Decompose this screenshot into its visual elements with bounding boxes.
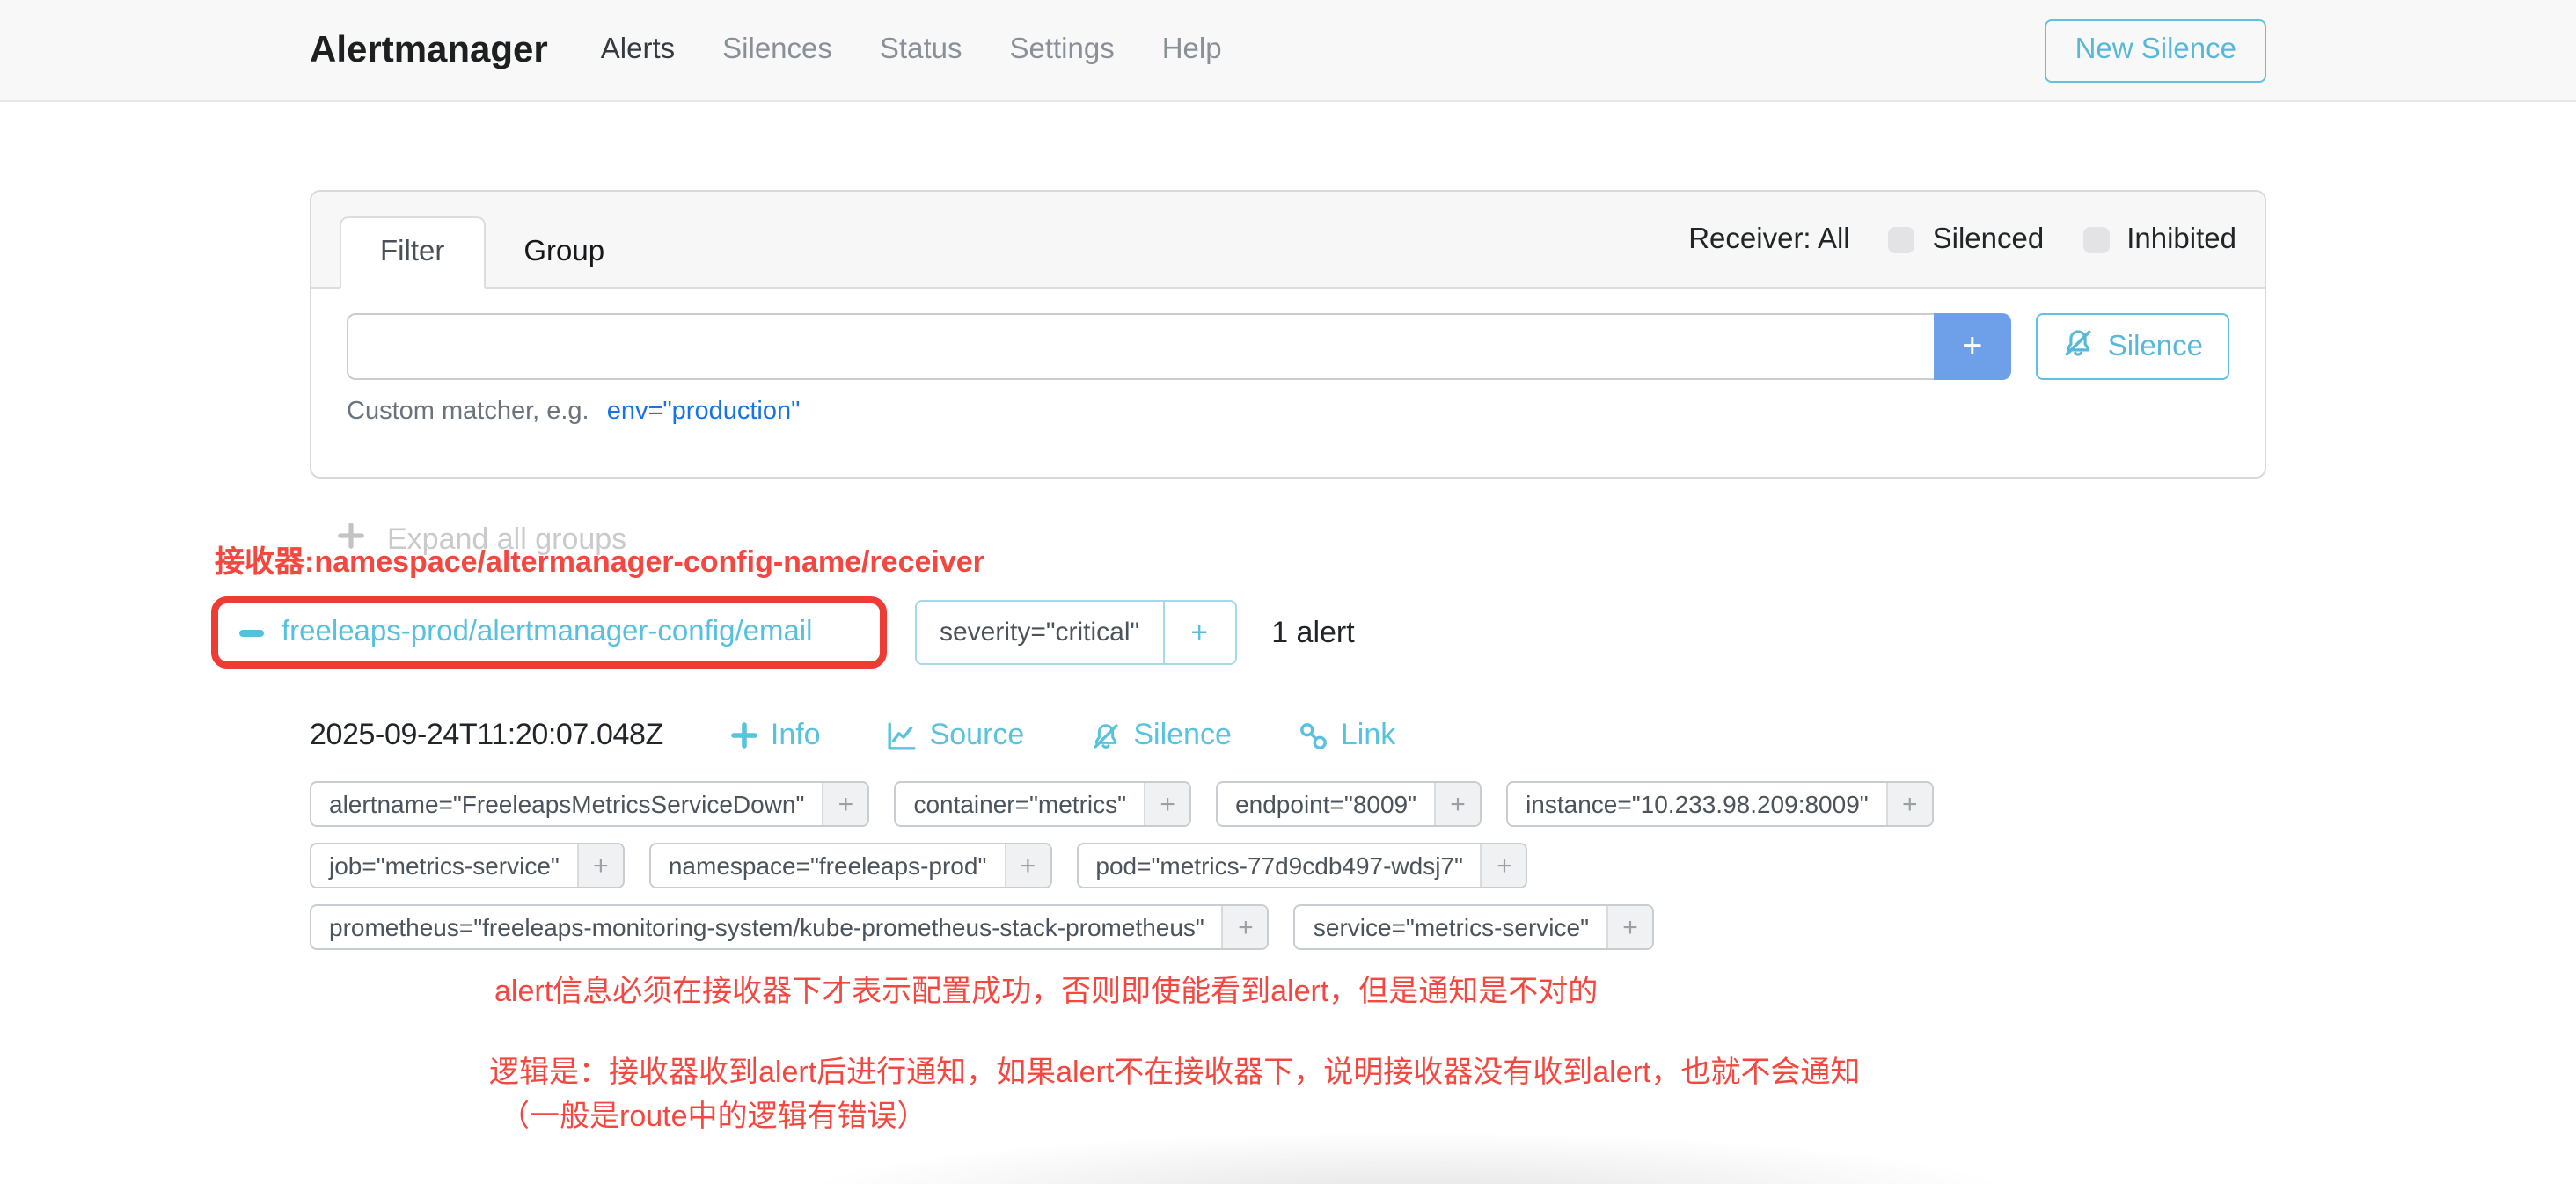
label-add-filter-button[interactable]: + — [1004, 844, 1050, 887]
filter-panel-header: Filter Group Receiver: All Silenced Inhi… — [311, 192, 2265, 289]
silence-filter-button[interactable]: Silence — [2036, 313, 2229, 380]
label-chip-service: service="metrics-service" + — [1294, 904, 1654, 950]
label-add-filter-button[interactable]: + — [1886, 783, 1932, 825]
inhibited-checkbox[interactable] — [2082, 226, 2109, 252]
filter-panel: Filter Group Receiver: All Silenced Inhi… — [310, 190, 2266, 479]
plus-icon — [730, 721, 758, 749]
label-add-filter-button[interactable]: + — [1606, 906, 1652, 948]
add-matcher-button[interactable]: + — [1934, 313, 2011, 380]
annotation-logic-note: 逻辑是：接收器收到alert后进行通知，如果alert不在接收器下，说明接收器没… — [489, 1047, 1860, 1091]
filter-panel-body: + Silence Custom matcher, e.g. env="prod… — [311, 289, 2265, 450]
group-receiver-label: freeleaps-prod/alertmanager-config/email — [282, 616, 813, 649]
group-receiver-button[interactable]: freeleaps-prod/alertmanager-config/email — [239, 616, 813, 649]
new-silence-button[interactable]: New Silence — [2045, 18, 2266, 82]
label-chip-namespace: namespace="freeleaps-prod" + — [649, 843, 1052, 888]
annotation-red-box: freeleaps-prod/alertmanager-config/email — [211, 596, 887, 669]
silenced-label: Silenced — [1933, 223, 2045, 256]
alert-info-button[interactable]: Info — [730, 718, 821, 753]
label-chip-instance: instance="10.233.98.209:8009" + — [1506, 781, 1934, 827]
navbar: Alertmanager Alerts Silences Status Sett… — [0, 0, 2576, 102]
filter-tabs: Filter Group — [340, 192, 643, 287]
chart-icon — [888, 720, 918, 750]
nav-item-settings[interactable]: Settings — [1009, 33, 1114, 67]
matcher-helper: Custom matcher, e.g. env="production" — [347, 398, 2229, 426]
group-matcher-label[interactable]: severity="critical" — [917, 602, 1162, 663]
nav-item-help[interactable]: Help — [1162, 33, 1222, 67]
alert-silence-button[interactable]: Silence — [1091, 718, 1232, 753]
bell-slash-icon — [1091, 720, 1121, 750]
alert-timestamp: 2025-09-24T11:20:07.048Z — [310, 718, 663, 753]
silenced-checkbox[interactable] — [1889, 226, 1915, 252]
label-add-filter-button[interactable]: + — [822, 783, 867, 825]
label-add-filter-button[interactable]: + — [577, 844, 623, 887]
label-add-filter-button[interactable]: + — [1434, 783, 1480, 825]
matcher-example-link[interactable]: env="production" — [607, 398, 801, 426]
alert-source-link[interactable]: Source — [888, 718, 1025, 753]
label-chip-endpoint: endpoint="8009" + — [1216, 781, 1482, 827]
label-chip-prometheus: prometheus="freeleaps-monitoring-system/… — [310, 904, 1270, 950]
annotation-route-note: （一般是route中的逻辑有错误） — [500, 1091, 927, 1135]
link-icon — [1299, 720, 1328, 750]
helper-text: Custom matcher, e.g. — [347, 398, 589, 426]
nav-item-status[interactable]: Status — [880, 33, 962, 67]
label-add-filter-button[interactable]: + — [1222, 906, 1268, 948]
label-add-filter-button[interactable]: + — [1144, 783, 1189, 825]
annotation-receiver-note: 接收器:namespace/altermanager-config-name/r… — [215, 537, 984, 581]
alertmanager-page: Alertmanager Alerts Silences Status Sett… — [0, 0, 2576, 1184]
group-matcher-chip: severity="critical" + — [915, 600, 1236, 665]
label-chip-pod: pod="metrics-77d9cdb497-wdsj7" + — [1076, 843, 1528, 888]
silence-filter-label: Silence — [2108, 330, 2203, 363]
alert-group-row: freeleaps-prod/alertmanager-config/email… — [211, 596, 1355, 669]
main-nav: Alerts Silences Status Settings Help — [601, 33, 1222, 67]
alert-count: 1 alert — [1271, 615, 1355, 650]
group-matcher-add-button[interactable]: + — [1162, 602, 1234, 663]
label-chip-alertname: alertname="FreeleapsMetricsServiceDown" … — [310, 781, 869, 827]
alert-row: 2025-09-24T11:20:07.048Z Info Source — [310, 713, 1395, 758]
nav-item-silences[interactable]: Silences — [722, 33, 832, 67]
bell-slash-icon — [2062, 326, 2094, 367]
tab-filter[interactable]: Filter — [340, 216, 485, 289]
alert-permalink[interactable]: Link — [1299, 718, 1395, 753]
minus-icon — [239, 629, 264, 636]
label-chip-container: container="metrics" + — [894, 781, 1191, 827]
alert-labels: alertname="FreeleapsMetricsServiceDown" … — [310, 781, 1934, 950]
label-chip-job: job="metrics-service" + — [310, 843, 625, 888]
label-add-filter-button[interactable]: + — [1481, 844, 1526, 887]
app-brand[interactable]: Alertmanager — [310, 29, 548, 71]
nav-item-alerts[interactable]: Alerts — [601, 33, 675, 67]
silenced-toggle[interactable]: Silenced — [1889, 223, 2045, 256]
matcher-input[interactable] — [347, 313, 1934, 380]
tab-group[interactable]: Group — [485, 218, 643, 287]
filter-options: Receiver: All Silenced Inhibited — [1688, 223, 2236, 256]
annotation-alert-note: alert信息必须在接收器下才表示配置成功，否则即使能看到alert，但是通知是… — [494, 966, 1598, 1010]
inhibited-toggle[interactable]: Inhibited — [2082, 223, 2236, 256]
receiver-dropdown[interactable]: Receiver: All — [1688, 223, 1849, 256]
inhibited-label: Inhibited — [2126, 223, 2236, 256]
